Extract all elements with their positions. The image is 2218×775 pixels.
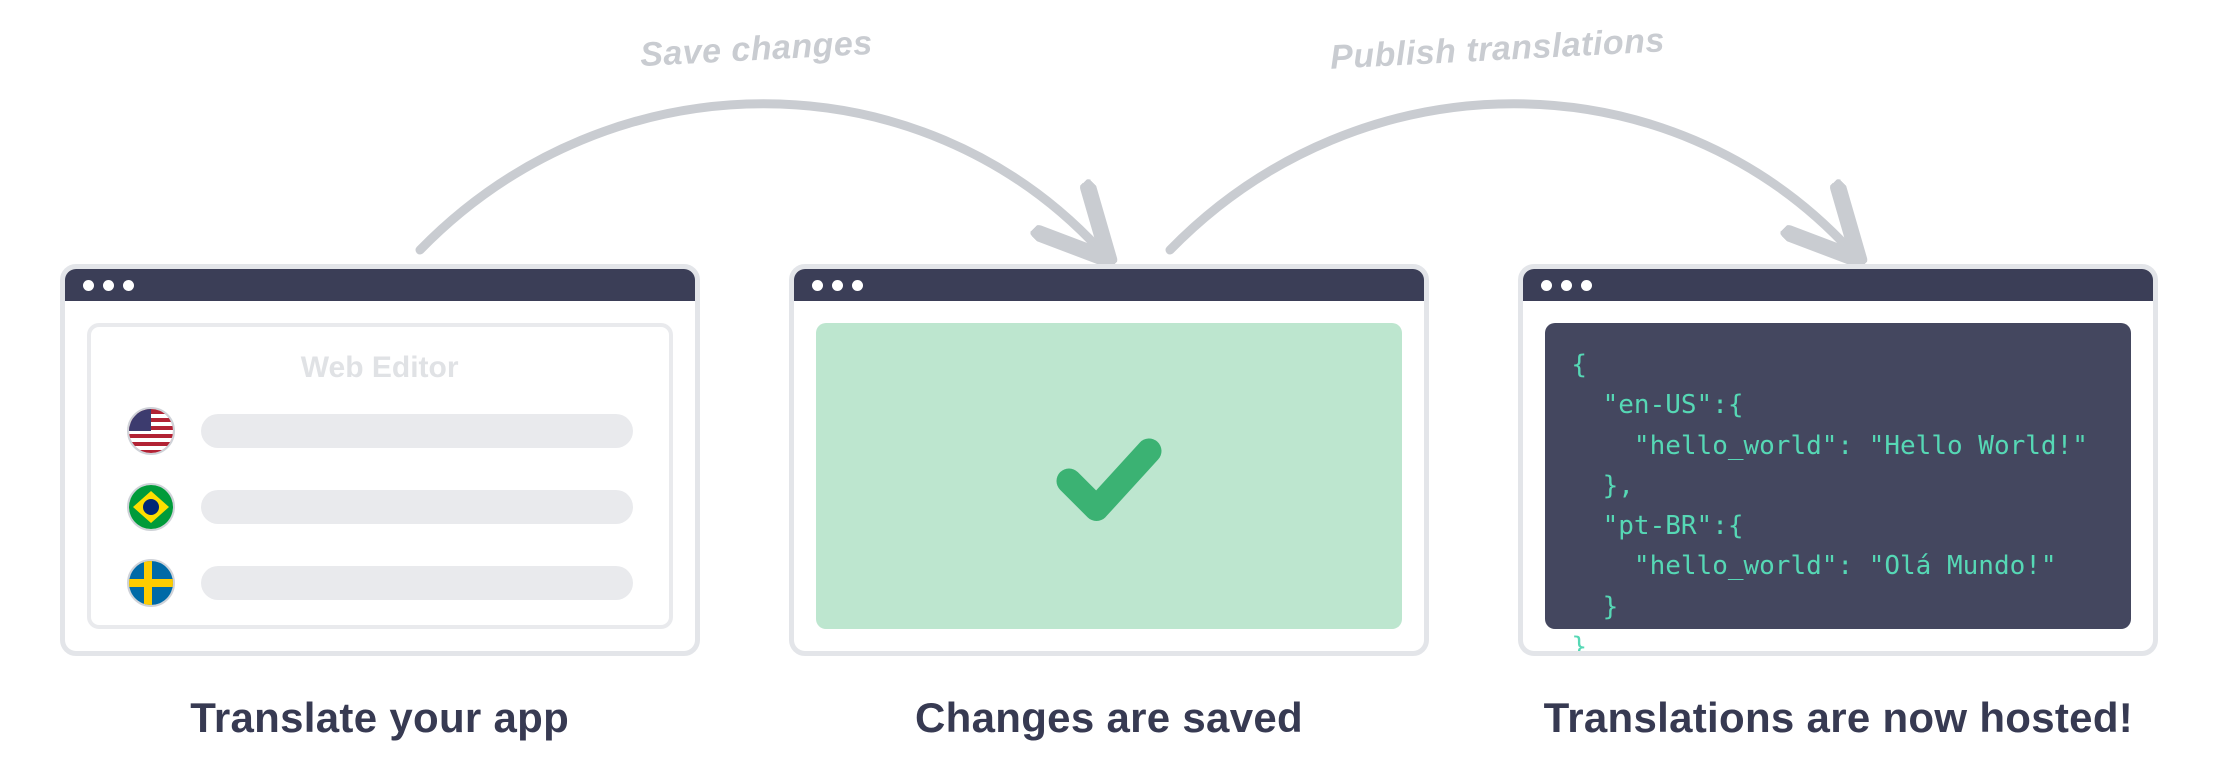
placeholder-bar bbox=[201, 566, 633, 600]
window-dot-icon bbox=[832, 280, 843, 291]
window-dot-icon bbox=[83, 280, 94, 291]
lang-row bbox=[127, 559, 633, 607]
arc-publish bbox=[1170, 104, 1850, 250]
lang-row bbox=[127, 483, 633, 531]
window-dot-icon bbox=[1541, 280, 1552, 291]
placeholder-bar bbox=[201, 414, 633, 448]
step-hosted: { "en-US":{ "hello_world": "Hello World!… bbox=[1509, 264, 2168, 742]
saved-card bbox=[816, 323, 1402, 629]
flag-us-icon bbox=[127, 407, 175, 455]
editor-title: Web Editor bbox=[127, 351, 633, 385]
caption-hosted: Translations are now hosted! bbox=[1544, 694, 2134, 742]
window-dot-icon bbox=[1561, 280, 1572, 291]
window-dot-icon bbox=[123, 280, 134, 291]
diagram-stage: Web Editor bbox=[50, 264, 2168, 742]
flow-arcs: Save changes Publish translations bbox=[0, 0, 2218, 260]
browser-editor: Web Editor bbox=[60, 264, 700, 656]
check-icon bbox=[1049, 416, 1169, 536]
flag-se-icon bbox=[127, 559, 175, 607]
window-dot-icon bbox=[852, 280, 863, 291]
window-dot-icon bbox=[812, 280, 823, 291]
arc-label-publish: Publish translations bbox=[1329, 21, 1666, 77]
editor-card: Web Editor bbox=[87, 323, 673, 629]
arc-save bbox=[420, 104, 1100, 250]
window-titlebar bbox=[1523, 269, 2153, 301]
step-saved: Changes are saved bbox=[779, 264, 1438, 742]
caption-translate: Translate your app bbox=[190, 694, 569, 742]
window-dot-icon bbox=[1581, 280, 1592, 291]
window-titlebar bbox=[794, 269, 1424, 301]
lang-row bbox=[127, 407, 633, 455]
flag-br-icon bbox=[127, 483, 175, 531]
window-titlebar bbox=[65, 269, 695, 301]
code-block: { "en-US":{ "hello_world": "Hello World!… bbox=[1545, 323, 2131, 629]
step-translate: Web Editor bbox=[50, 264, 709, 742]
browser-saved bbox=[789, 264, 1429, 656]
caption-saved: Changes are saved bbox=[915, 694, 1303, 742]
window-dot-icon bbox=[103, 280, 114, 291]
placeholder-bar bbox=[201, 490, 633, 524]
browser-hosted: { "en-US":{ "hello_world": "Hello World!… bbox=[1518, 264, 2158, 656]
arc-label-save: Save changes bbox=[639, 24, 874, 75]
